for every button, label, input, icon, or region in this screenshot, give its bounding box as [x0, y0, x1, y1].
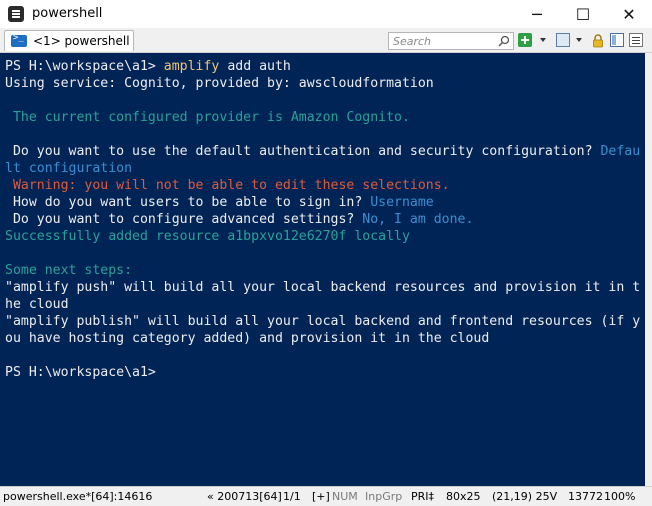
terminal-line: Warning: you will not be able to edit th… — [5, 177, 450, 194]
terminal-text: Defau — [600, 144, 641, 159]
status-cursor: (21,19) 25V — [492, 490, 558, 503]
terminal-text: Using service: Cognito, provided by: aws… — [5, 76, 434, 91]
terminal-line: Successfully added resource a1bpxvo12e62… — [5, 228, 410, 245]
terminal-text: Successfully added resource a1bpxvo12e62… — [5, 229, 410, 244]
terminal-line: PS H:\workspace\a1> — [5, 364, 156, 381]
status-input-group[interactable]: InpGrp — [365, 490, 402, 503]
new-console-dropdown-icon[interactable] — [540, 38, 546, 42]
terminal-line: "amplify push" will build all your local… — [5, 279, 640, 296]
status-size[interactable]: 80x25 — [446, 490, 481, 503]
terminal-line: Do you want to use the default authentic… — [5, 143, 640, 160]
terminal-line: How do you want users to be able to sign… — [5, 194, 434, 211]
terminal-text: lt configuration — [5, 161, 133, 176]
terminal-line: The current configured provider is Amazo… — [5, 109, 410, 126]
status-zoom[interactable]: 100% — [604, 490, 635, 503]
terminal-text: Username — [370, 195, 434, 210]
search-input[interactable] — [389, 34, 497, 48]
status-mode[interactable]: [+] — [312, 490, 330, 503]
terminal-line: ou have hosting category added) and prov… — [5, 330, 489, 347]
status-console[interactable]: 1/1 — [283, 490, 301, 503]
terminal-text: ou have hosting category added) and prov… — [5, 331, 490, 346]
tab-label: <1> powershell — [33, 34, 130, 48]
terminal-text: PS H:\workspace\a1> — [5, 59, 164, 74]
search-icon[interactable] — [497, 34, 511, 48]
new-console-icon[interactable] — [518, 33, 532, 47]
terminal-text: Warning: you will not be able to edit th… — [5, 178, 450, 193]
conemu-app-icon[interactable] — [8, 6, 24, 22]
terminal-line: lt configuration — [5, 160, 132, 177]
terminal-text: Do you want to configure advanced settin… — [5, 212, 363, 227]
terminal-line: Do you want to configure advanced settin… — [5, 211, 474, 228]
status-pid: 13772 — [568, 490, 603, 503]
powershell-icon — [11, 33, 27, 47]
terminal-line: he cloud — [5, 296, 69, 313]
status-num: NUM — [332, 490, 358, 503]
terminal-text: No, I am done. — [362, 212, 474, 227]
search-box[interactable] — [388, 32, 514, 50]
menu-icon[interactable] — [629, 33, 643, 47]
status-bar: powershell.exe*[64]:14616 « 200713[64] 1… — [0, 486, 652, 506]
lock-icon[interactable] — [591, 33, 605, 48]
terminal-text: PS H:\workspace\a1> — [5, 365, 156, 380]
terminal-line: Some next steps: — [5, 262, 132, 279]
terminal-line: PS H:\workspace\a1> amplify add auth — [5, 58, 291, 75]
status-process: powershell.exe*[64]:14616 — [3, 490, 153, 503]
layout-dropdown-icon[interactable] — [576, 38, 582, 42]
terminal-line: "amplify publish" will build all your lo… — [5, 313, 640, 330]
title-bar: powershell ─ ☐ ✕ — [0, 0, 652, 29]
status-priority[interactable]: PRI‡ — [411, 490, 434, 503]
terminal-text: Some next steps: — [5, 263, 133, 278]
tab-powershell[interactable]: <1> powershell — [4, 30, 134, 51]
close-button[interactable]: ✕ — [606, 0, 652, 28]
panel-icon[interactable] — [610, 33, 624, 47]
layout-icon[interactable] — [556, 33, 570, 47]
terminal-output[interactable]: PS H:\workspace\a1> amplify add auth Usin… — [0, 53, 645, 486]
status-build[interactable]: « 200713[64] — [207, 490, 282, 503]
terminal-text: How do you want users to be able to sign… — [5, 195, 371, 210]
terminal-text: add auth — [219, 59, 291, 74]
terminal-text: Do you want to use the default authentic… — [5, 144, 601, 159]
terminal-text: he cloud — [5, 297, 69, 312]
terminal-line: Using service: Cognito, provided by: aws… — [5, 75, 434, 92]
maximize-button[interactable]: ☐ — [560, 0, 606, 28]
terminal-text: "amplify publish" will build all your lo… — [5, 314, 641, 329]
terminal-text: amplify — [163, 59, 220, 74]
minimize-button[interactable]: ─ — [514, 0, 560, 28]
window-title: powershell — [32, 6, 103, 21]
terminal-scrollbar[interactable] — [645, 53, 652, 486]
terminal-text: The current configured provider is Amazo… — [5, 110, 410, 125]
tab-toolbar: <1> powershell — [0, 28, 652, 53]
terminal-text: "amplify push" will build all your local… — [5, 280, 641, 295]
